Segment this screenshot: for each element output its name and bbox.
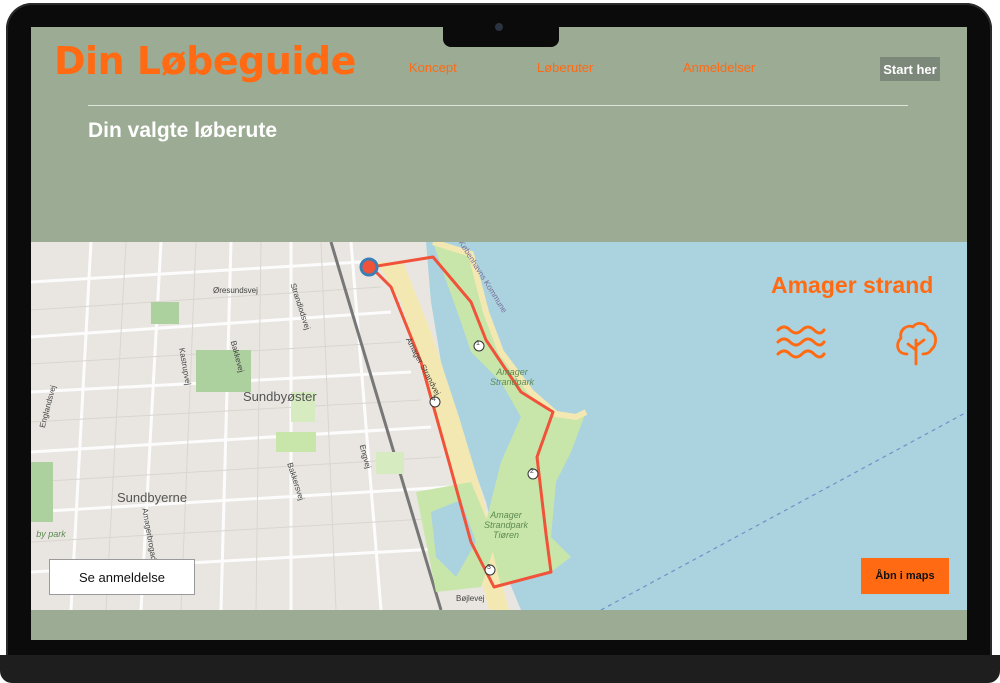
camera-notch (443, 17, 559, 47)
map-label-park-partial: by park (36, 529, 66, 539)
website-screen: Din Løbeguide Koncept Løberuter Anmeldel… (31, 27, 967, 640)
km-marker-2: 2 (530, 468, 534, 475)
map-label-tioren: Amager Strandpark Tiøren (483, 510, 529, 540)
webcam-icon (495, 23, 503, 31)
laptop-base (0, 655, 1000, 683)
page-title: Din valgte løberute (88, 119, 278, 142)
km-marker-1: 1 (476, 340, 480, 347)
nav-loberuter[interactable]: Løberuter (537, 60, 593, 75)
km-marker-4: 4 (432, 396, 436, 403)
map-label-strandpark: Amager Strandpark (489, 367, 535, 387)
route-map[interactable]: 1 2 3 4 Sundbyøster Sundbyerne Amager St… (31, 242, 967, 610)
see-review-button[interactable]: Se anmeldelse (49, 559, 195, 595)
open-in-maps-button[interactable]: Åbn i maps (861, 558, 949, 594)
street-oresundsvej: Øresundsvej (213, 286, 258, 295)
start-here-button[interactable]: Start her (880, 57, 940, 81)
street-bojlevej: Bøjlevej (456, 594, 485, 603)
route-name: Amager strand (771, 272, 934, 298)
header-divider (88, 105, 908, 106)
waves-icon (776, 325, 826, 359)
nav-koncept[interactable]: Koncept (409, 60, 457, 75)
nav-anmeldelser[interactable]: Anmeldelser (683, 60, 755, 75)
tree-icon (896, 322, 937, 366)
map-label-sundbyerne: Sundbyerne (117, 490, 188, 505)
map-label-sundbyoster: Sundbyøster (243, 389, 317, 404)
km-marker-3: 3 (487, 564, 491, 571)
site-logo[interactable]: Din Løbeguide (54, 39, 356, 83)
